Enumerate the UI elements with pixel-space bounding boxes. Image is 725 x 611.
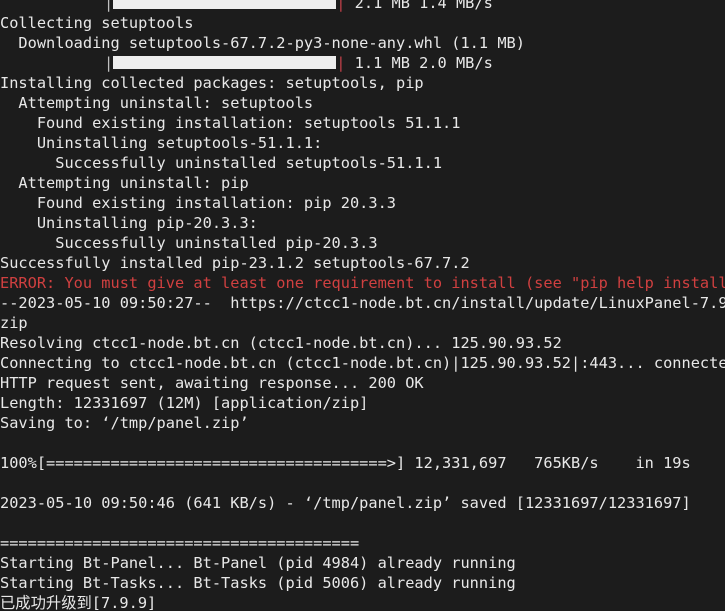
log-line-pip-error: ERROR: You must give at least one requir… (0, 274, 725, 292)
log-line-http-request: HTTP request sent, awaiting response... … (0, 374, 424, 392)
log-line-installing-collected: Installing collected packages: setuptool… (0, 74, 424, 92)
log-line-found-existing-pip: Found existing installation: pip 20.3.3 (0, 194, 397, 212)
log-line-uninstalling-setuptools: Uninstalling setuptools-51.1.1: (0, 134, 323, 152)
log-line-wget-saved: 2023-05-10 09:50:46 (641 KB/s) - ‘/tmp/p… (0, 494, 691, 512)
log-line-upgrade-success: 已成功升级到[7.9.9] (0, 594, 157, 611)
progress-bar-fill (113, 56, 337, 69)
wget-progress-line: 100%[===================================… (0, 454, 691, 472)
log-line-connecting-host: Connecting to ctcc1-node.bt.cn (ctcc1-no… (0, 354, 725, 372)
progress-bar-fill (113, 0, 337, 9)
terminal-window[interactable]: | | 2.1 MB 1.4 MB/s Collecting setuptools… (0, 0, 725, 611)
log-line-collecting-setuptools: Collecting setuptools (0, 14, 194, 32)
log-line-wget-start-wrap: zip (0, 314, 28, 332)
log-line-saving-to: Saving to: ‘/tmp/panel.zip’ (0, 414, 249, 432)
pip-progress-bar-row-1: | | 2.1 MB 1.4 MB/s (0, 0, 725, 13)
terminal-screen: | | 2.1 MB 1.4 MB/s Collecting setuptools… (0, 0, 725, 611)
log-line-wget-start: --2023-05-10 09:50:27-- https://ctcc1-no… (0, 294, 725, 312)
log-line-attempting-uninstall-setuptools: Attempting uninstall: setuptools (0, 94, 314, 112)
log-line-successfully-uninstalled-pip: Successfully uninstalled pip-20.3.3 (0, 234, 378, 252)
log-line-resolving-host: Resolving ctcc1-node.bt.cn (ctcc1-node.b… (0, 334, 562, 352)
log-line-downloading-setuptools: Downloading setuptools-67.7.2-py3-none-a… (0, 34, 525, 52)
log-line-attempting-uninstall-pip: Attempting uninstall: pip (0, 174, 249, 192)
progress-bar-stats: 1.1 MB 2.0 MB/s (345, 54, 493, 72)
separator-line: ======================================= (0, 534, 360, 552)
progress-bar-stats: 2.1 MB 1.4 MB/s (345, 0, 493, 12)
log-line-uninstalling-pip: Uninstalling pip-20.3.3: (0, 214, 258, 232)
log-line-successfully-installed: Successfully installed pip-23.1.2 setupt… (0, 254, 470, 272)
log-line-content-length: Length: 12331697 (12M) [application/zip] (0, 394, 369, 412)
log-line-successfully-uninstalled-setuptools: Successfully uninstalled setuptools-51.1… (0, 154, 443, 172)
log-line-found-existing-setuptools: Found existing installation: setuptools … (0, 114, 461, 132)
progress-bar-left-pipe: | (104, 54, 114, 72)
progress-bar-left-pipe: | (104, 0, 114, 12)
pip-progress-bar-row-2: | | 1.1 MB 2.0 MB/s (0, 53, 725, 73)
log-line-starting-bttasks: Starting Bt-Tasks... Bt-Tasks (pid 5006)… (0, 574, 516, 592)
log-line-starting-btpanel: Starting Bt-Panel... Bt-Panel (pid 4984)… (0, 554, 516, 572)
